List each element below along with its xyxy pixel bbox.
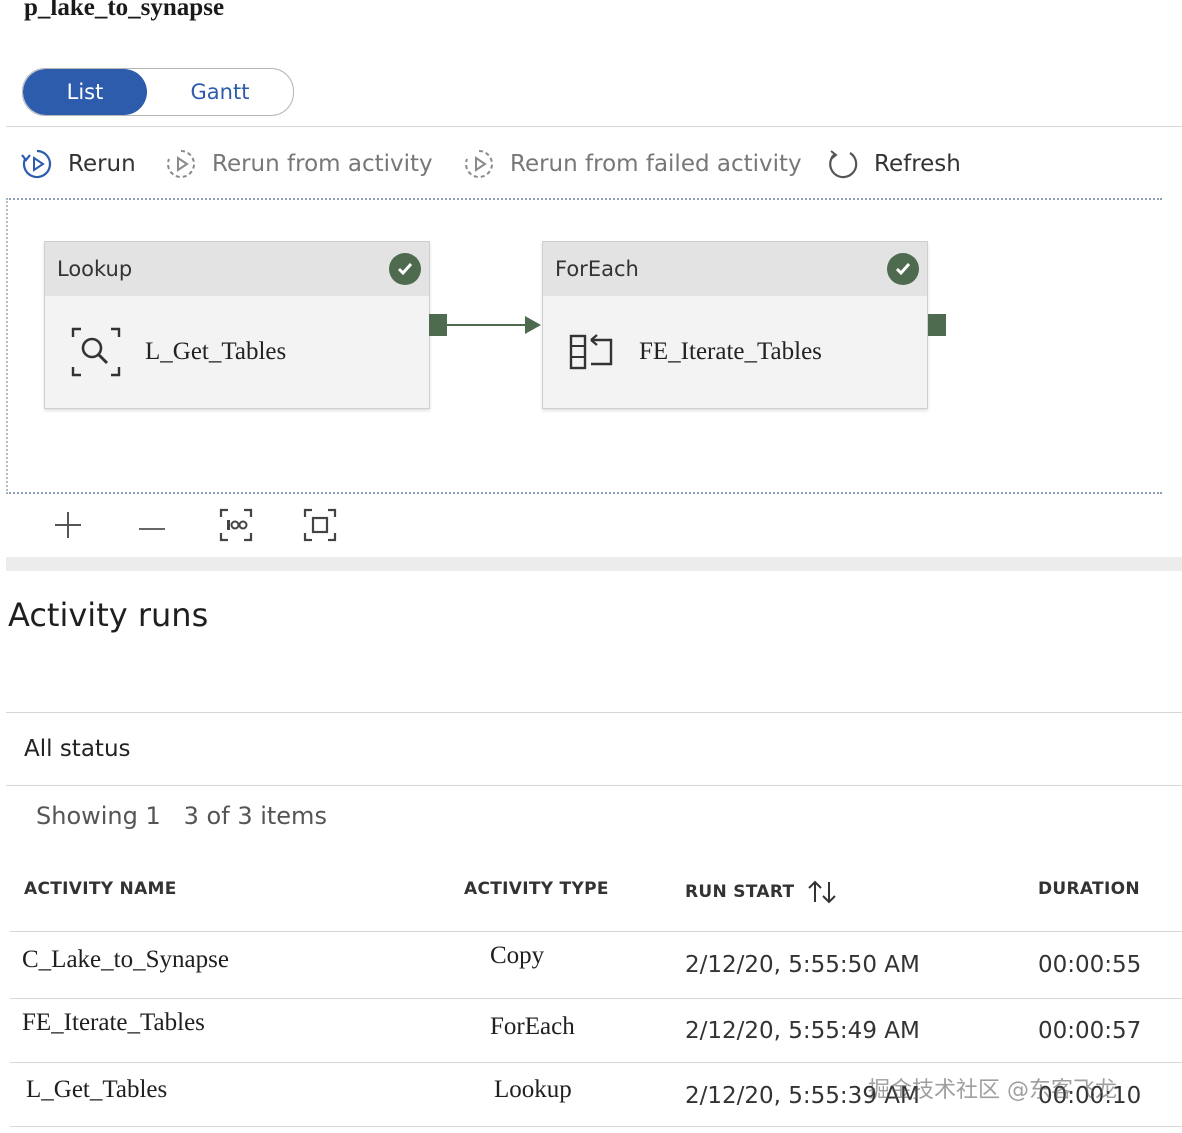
divider <box>6 126 1182 127</box>
cell-activity-type: Copy <box>490 942 545 969</box>
fit-to-screen-icon[interactable] <box>300 506 340 544</box>
column-header-run-start[interactable]: RUN START <box>685 879 838 905</box>
table-row[interactable]: C_Lake_to_Synapse Copy 2/12/20, 5:55:50 … <box>0 932 1182 998</box>
success-check-icon <box>887 253 919 285</box>
rerun-from-failed-icon <box>465 150 493 178</box>
rerun-button[interactable]: Rerun <box>20 142 136 186</box>
cell-run-start: 2/12/20, 5:55:49 AM <box>685 1018 920 1044</box>
zoom-in-icon[interactable] <box>48 506 88 544</box>
cell-activity-name[interactable]: FE_Iterate_Tables <box>22 1009 205 1037</box>
status-filter[interactable]: All status <box>24 736 131 762</box>
column-header-activity-type[interactable]: ACTIVITY TYPE <box>464 879 609 899</box>
activity-name-label: FE_Iterate_Tables <box>639 338 822 365</box>
rerun-from-failed-button[interactable]: Rerun from failed activity <box>462 142 802 186</box>
items-count: Showing 1 3 of 3 items <box>36 802 327 830</box>
activity-node-foreach[interactable]: ForEach FE_Iterate_Tables <box>542 241 928 409</box>
lookup-icon <box>71 327 121 377</box>
sort-icon[interactable] <box>806 879 838 905</box>
rerun-from-activity-label: Rerun from activity <box>212 151 433 177</box>
column-header-activity-name[interactable]: ACTIVITY NAME <box>24 879 177 899</box>
rerun-icon <box>21 149 52 179</box>
cell-duration: 00:00:55 <box>1038 952 1142 978</box>
cell-duration: 00:00:57 <box>1038 1018 1142 1044</box>
cell-activity-type: ForEach <box>490 1013 575 1040</box>
zoom-100-icon[interactable] <box>216 506 256 544</box>
view-toggle: List Gantt <box>22 68 294 116</box>
refresh-button[interactable]: Refresh <box>826 142 961 186</box>
connector-arrow <box>447 316 541 334</box>
cell-activity-name[interactable]: L_Get_Tables <box>26 1076 167 1104</box>
output-port[interactable] <box>429 314 447 336</box>
table-row[interactable]: FE_Iterate_Tables ForEach 2/12/20, 5:55:… <box>0 999 1182 1062</box>
output-port[interactable] <box>928 314 946 336</box>
gantt-view-button[interactable]: Gantt <box>147 69 293 115</box>
cell-activity-type: Lookup <box>494 1076 572 1103</box>
activity-type-label: ForEach <box>555 257 639 281</box>
cell-run-start: 2/12/20, 5:55:50 AM <box>685 952 920 978</box>
zoom-out-icon[interactable] <box>132 506 172 544</box>
cell-activity-name[interactable]: C_Lake_to_Synapse <box>22 946 229 974</box>
success-check-icon <box>389 253 421 285</box>
activity-name-label: L_Get_Tables <box>145 338 287 365</box>
rerun-from-activity-button[interactable]: Rerun from activity <box>164 142 433 186</box>
list-view-button[interactable]: List <box>23 69 147 115</box>
activity-type-label: Lookup <box>57 257 133 281</box>
refresh-icon <box>829 150 858 179</box>
watermark: 掘金技术社区 @东客飞龙 <box>868 1078 1117 1103</box>
column-header-label: RUN START <box>685 882 795 902</box>
rerun-from-activity-icon <box>167 150 195 178</box>
column-header-duration[interactable]: DURATION <box>1038 879 1140 899</box>
rerun-label: Rerun <box>68 151 136 177</box>
activity-node-lookup[interactable]: Lookup L_Get_Tables <box>44 241 430 409</box>
divider <box>6 785 1182 786</box>
divider <box>6 712 1182 713</box>
activity-runs-title: Activity runs <box>8 596 209 634</box>
rerun-from-failed-label: Rerun from failed activity <box>510 151 802 177</box>
pipeline-title: p_lake_to_synapse <box>24 0 225 21</box>
section-separator <box>6 557 1182 571</box>
divider <box>10 1126 1182 1127</box>
foreach-icon <box>569 334 613 370</box>
refresh-label: Refresh <box>874 151 961 177</box>
